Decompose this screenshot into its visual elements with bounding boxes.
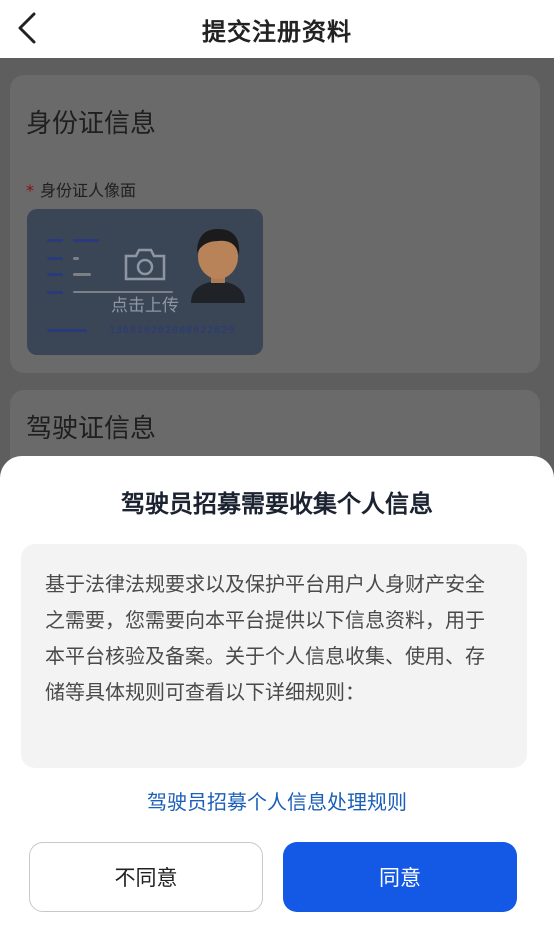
camera-icon: [124, 248, 166, 281]
consent-dialog: 驾驶员招募需要收集个人信息 基于法律法规要求以及保护平台用户人身财产安全之需要，…: [0, 456, 554, 928]
id-field-line: [47, 273, 63, 276]
id-field-line: [47, 239, 63, 242]
sample-id-number: 136826202008022829: [109, 325, 236, 336]
upload-hint: 点击上传: [111, 296, 179, 316]
id-field-value: [73, 273, 91, 276]
dialog-body: 基于法律法规要求以及保护平台用户人身财产安全之需要，您需要向本平台提供以下信息资…: [21, 544, 527, 768]
chevron-left-icon[interactable]: [10, 8, 50, 48]
portrait-label: * 身份证人像面: [26, 177, 136, 201]
disagree-button[interactable]: 不同意: [29, 842, 263, 912]
id-info-card: 身份证信息 * 身份证人像面 点击上传 136826202008022829: [10, 75, 540, 373]
page-title: 提交注册资料: [202, 17, 352, 46]
section-title: 驾驶证信息: [26, 414, 157, 444]
id-field-line: [47, 329, 87, 332]
agree-button[interactable]: 同意: [283, 842, 517, 912]
portrait-label-text: 身份证人像面: [40, 181, 137, 200]
dialog-title: 驾驶员招募需要收集个人信息: [121, 490, 433, 518]
required-marker: *: [26, 181, 34, 200]
id-field-value: [73, 239, 99, 242]
id-field-line: [47, 257, 63, 260]
id-portrait-upload[interactable]: 点击上传 136826202008022829: [27, 209, 263, 355]
nav-bar: 提交注册资料: [0, 0, 554, 58]
section-title: 身份证信息: [26, 109, 157, 139]
id-field-value: [73, 257, 79, 260]
rules-link[interactable]: 驾驶员招募个人信息处理规则: [0, 786, 554, 815]
